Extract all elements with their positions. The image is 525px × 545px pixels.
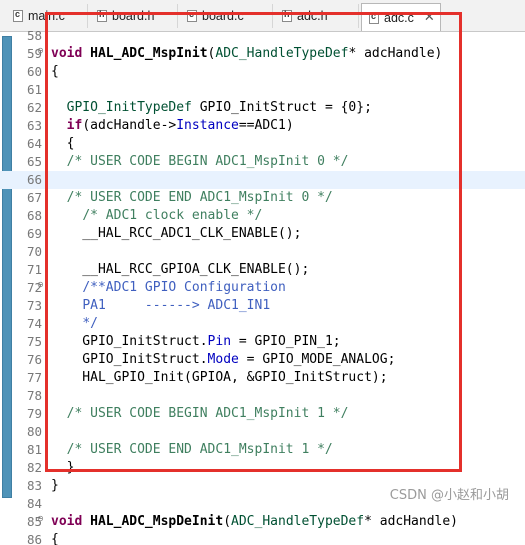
line-number: 74 (26, 316, 42, 331)
code-token: } (51, 478, 59, 493)
line-number: 80 (26, 424, 42, 439)
line-number: 71 (26, 262, 42, 277)
code-token: ( (223, 514, 232, 529)
line-number: 77 (26, 370, 42, 385)
code-token: void (51, 514, 83, 529)
line-number: 75 (26, 334, 42, 349)
line-number: 66 (26, 172, 42, 187)
code-token: ADC_HandleTypeDef (231, 514, 365, 529)
line-number: 58 (26, 28, 42, 43)
line-number: 64 (26, 136, 42, 151)
file-icon-glyph: c (15, 9, 21, 19)
fold-toggle-icon[interactable]: ⊖ (37, 46, 44, 55)
line-number: 62 (26, 100, 42, 115)
line-number: 86 (26, 532, 42, 545)
line-number: 60 (26, 64, 42, 79)
line-number: 76 (26, 352, 42, 367)
line-number: 63 (26, 118, 42, 133)
watermark: CSDN @小赵和小胡 (387, 484, 511, 503)
line-number: 78 (26, 388, 42, 403)
line-number: 68 (26, 208, 42, 223)
highlight-box (45, 12, 462, 472)
line-number: 81 (26, 442, 42, 457)
line-number: 70 (26, 244, 42, 259)
c-file-icon: c (13, 9, 23, 22)
line-number: 61 (26, 82, 42, 97)
line-number: 69 (26, 226, 42, 241)
line-number: 67 (26, 190, 42, 205)
code-token: HAL_ADC_MspDeInit (90, 514, 224, 529)
line-number: 83 (26, 478, 42, 493)
code-text: void HAL_ADC_MspDeInit(ADC_HandleTypeDef… (51, 513, 458, 531)
line-number: 82 (26, 460, 42, 475)
code-token: { (51, 532, 59, 545)
code-line[interactable]: 85 ⊖ void HAL_ADC_MspDeInit(ADC_HandleType… (0, 513, 525, 531)
code-text: } (51, 477, 59, 495)
line-number: 79 (26, 406, 42, 421)
line-number: 73 (26, 298, 42, 313)
fold-toggle-icon[interactable]: ⊖ (37, 280, 44, 289)
code-text: { (51, 531, 59, 545)
code-token: * adcHandle) (364, 514, 459, 529)
code-line[interactable]: 86 { (0, 531, 525, 545)
fold-toggle-icon[interactable]: ⊖ (37, 514, 44, 523)
line-number: 65 (26, 154, 42, 169)
line-number: 84 (26, 496, 42, 511)
